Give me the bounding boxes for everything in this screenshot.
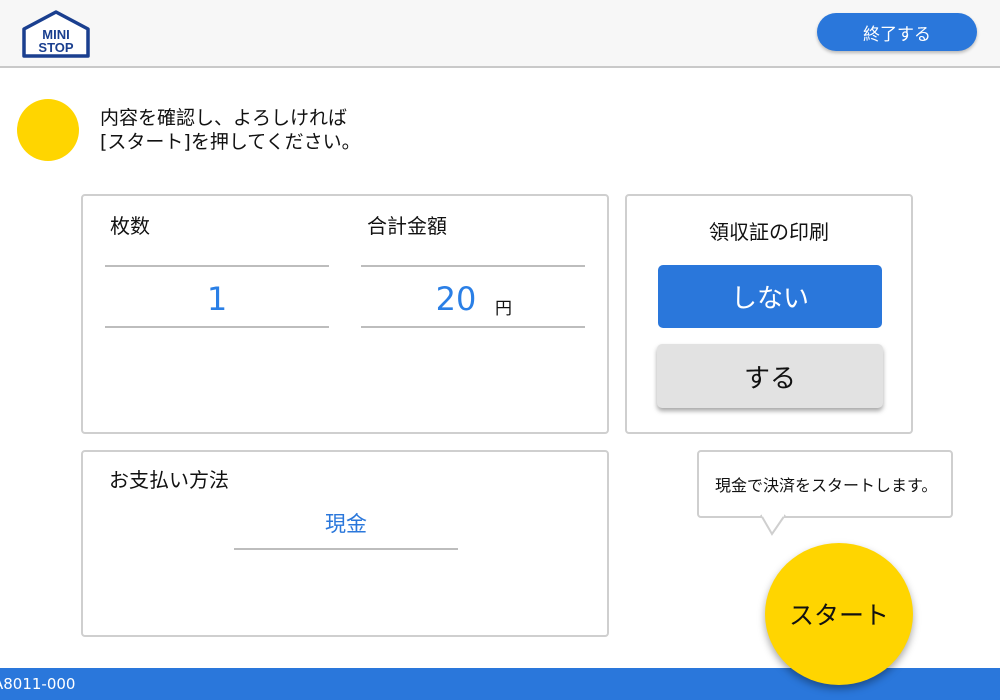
exit-button[interactable]: 終了する bbox=[817, 13, 977, 51]
total-top-divider bbox=[361, 265, 585, 267]
start-button-label: スタート bbox=[788, 601, 889, 630]
instruction-line-1: 内容を確認し、よろしければ bbox=[100, 107, 348, 129]
receipt-panel: 領収証の印刷 しない する bbox=[625, 194, 913, 434]
payment-panel: お支払い方法 現金 bbox=[81, 450, 609, 637]
total-unit: 円 bbox=[495, 299, 512, 319]
count-top-divider bbox=[105, 265, 329, 267]
receipt-no-button[interactable]: しない bbox=[658, 265, 882, 328]
hint-text: 現金で決済をスタートします。 bbox=[715, 476, 938, 495]
total-label: 合計金額 bbox=[367, 214, 447, 238]
instruction-text: 内容を確認し、よろしければ [スタート]を押してください。 bbox=[100, 106, 361, 154]
exit-button-label: 終了する bbox=[863, 24, 931, 45]
receipt-yes-label: する bbox=[743, 363, 796, 394]
receipt-title: 領収証の印刷 bbox=[709, 220, 829, 244]
payment-value: 現金 bbox=[325, 512, 367, 536]
total-value: 20 bbox=[435, 280, 477, 318]
payment-label: お支払い方法 bbox=[109, 468, 229, 492]
logo-text-bottom: STOP bbox=[38, 40, 73, 55]
summary-panel: 枚数 1 合計金額 20 円 bbox=[81, 194, 609, 434]
total-bottom-divider bbox=[361, 326, 585, 328]
count-label: 枚数 bbox=[110, 214, 150, 238]
bubble-tail bbox=[760, 514, 786, 536]
count-value: 1 bbox=[206, 280, 228, 318]
receipt-no-label: しない bbox=[730, 284, 809, 314]
start-button[interactable]: スタート bbox=[765, 543, 913, 685]
count-bottom-divider bbox=[105, 326, 329, 328]
receipt-yes-button[interactable]: する bbox=[657, 344, 883, 408]
header: MINI STOP 終了する bbox=[0, 0, 1000, 68]
payment-divider bbox=[234, 548, 458, 550]
screen-code: A8011-000 bbox=[0, 675, 76, 693]
hint-bubble: 現金で決済をスタートします。 bbox=[697, 450, 953, 518]
instruction-line-2: [スタート]を押してください。 bbox=[100, 131, 361, 153]
ministop-logo-icon: MINI STOP bbox=[22, 10, 90, 58]
yellow-dot-icon bbox=[17, 99, 79, 161]
